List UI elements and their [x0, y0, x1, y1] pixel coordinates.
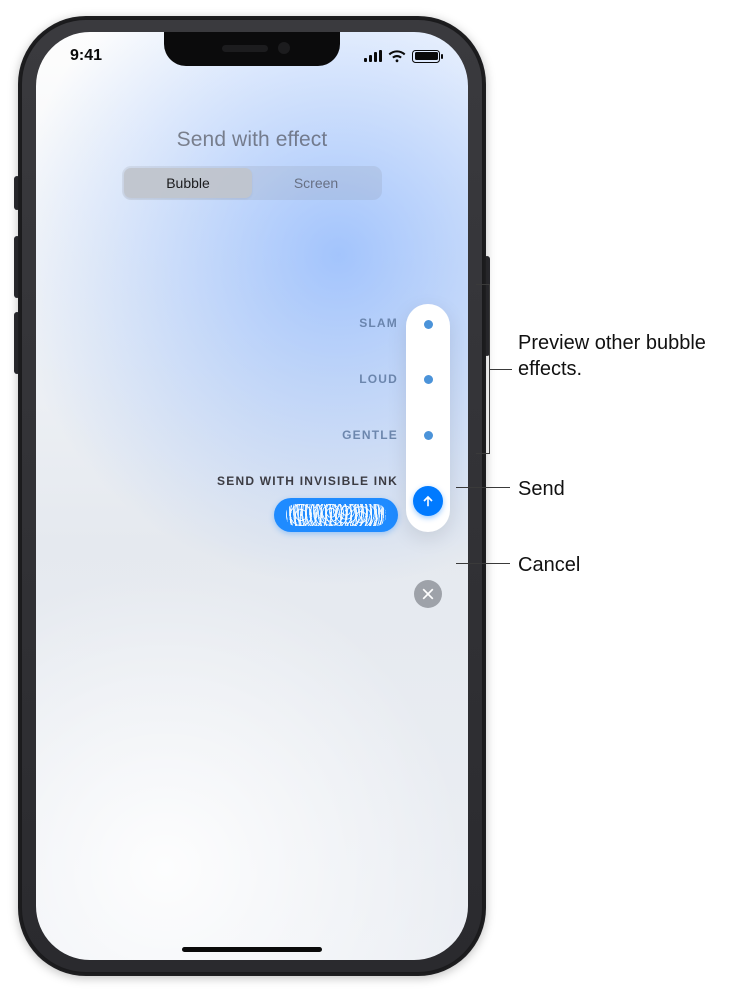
callout-cancel: Cancel	[518, 552, 580, 578]
callout-preview-effects: Preview other bubble effects.	[518, 330, 718, 382]
invisible-ink-effect	[286, 504, 386, 526]
home-indicator	[182, 947, 322, 952]
callout-bracket-stem	[490, 369, 512, 370]
effect-header: Send with effect Bubble Screen	[36, 128, 468, 200]
effect-dot-gentle[interactable]	[424, 431, 433, 440]
effect-label-invisible-ink: SEND WITH INVISIBLE INK	[217, 474, 398, 488]
send-button[interactable]: arrow-up-circle-icon	[413, 486, 443, 516]
status-time: 9:41	[70, 47, 102, 65]
notch	[164, 32, 340, 66]
callout-leader-cancel	[456, 563, 510, 564]
effect-dot-loud[interactable]	[424, 375, 433, 384]
effect-label-loud: LOUD	[359, 372, 398, 386]
callout-leader-send	[456, 487, 510, 488]
message-bubble-preview	[274, 498, 398, 532]
effect-label-gentle: GENTLE	[342, 428, 398, 442]
callout-bracket	[476, 284, 490, 454]
page-title: Send with effect	[36, 128, 468, 152]
effect-type-segmented-control: Bubble Screen	[122, 166, 382, 200]
tab-bubble[interactable]: Bubble	[124, 168, 252, 198]
close-icon	[421, 587, 435, 601]
cellular-signal-icon	[364, 50, 382, 62]
cancel-button[interactable]: x-circle-icon	[414, 580, 442, 608]
bubble-effects-rail: arrow-up-circle-icon	[406, 304, 450, 532]
battery-icon	[412, 50, 440, 63]
iphone-figure: 9:41 Send with effect Bubble Screen SLAM…	[18, 16, 486, 976]
callout-send: Send	[518, 476, 565, 502]
effect-dot-slam[interactable]	[424, 320, 433, 329]
tab-screen[interactable]: Screen	[252, 168, 380, 198]
wifi-icon	[388, 50, 406, 63]
phone-screen: 9:41 Send with effect Bubble Screen SLAM…	[36, 32, 468, 960]
status-icons	[364, 50, 440, 63]
arrow-up-icon	[420, 493, 436, 509]
effect-label-slam: SLAM	[359, 316, 398, 330]
annotation-layer: Preview other bubble effects. Send Cance…	[494, 0, 732, 990]
